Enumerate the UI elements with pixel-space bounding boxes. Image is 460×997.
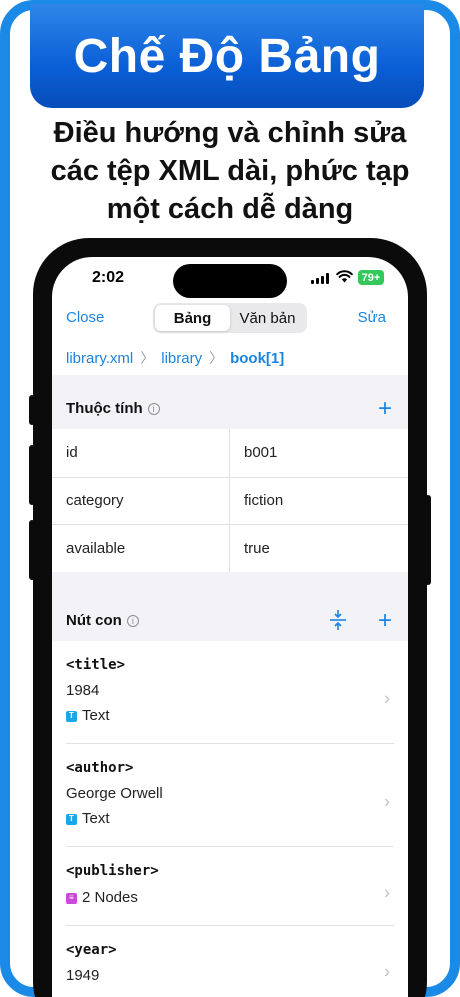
node-type-label: Text	[82, 707, 110, 724]
segment-table[interactable]: Bảng	[155, 305, 230, 331]
chevron-right-icon: ›	[384, 882, 390, 903]
phone-volume-down-button	[29, 520, 35, 580]
nodes-type-icon: ≡	[66, 892, 77, 904]
node-content: <year> 1949 ›	[66, 940, 394, 997]
node-content: <title> 1984 T Text ›	[66, 655, 394, 744]
attributes-heading: Thuộc tính i	[66, 400, 160, 417]
text-type-icon: T	[66, 710, 77, 722]
attribute-key: available	[52, 525, 230, 572]
node-tag: <title>	[66, 657, 126, 673]
node-value: 1984	[66, 682, 100, 699]
chevron-right-icon: ›	[384, 791, 390, 812]
status-time: 2:02	[92, 269, 125, 286]
attributes-table: id b001 category fiction available true	[52, 429, 408, 572]
breadcrumb-library[interactable]: library	[161, 350, 202, 367]
chevron-right-icon: ›	[384, 688, 390, 709]
dynamic-island	[173, 264, 287, 298]
attributes-title: Thuộc tính	[66, 400, 143, 417]
subtitle-line-3: một cách dễ dàng	[106, 193, 354, 225]
attribute-value: true	[244, 539, 270, 557]
promo-subtitle: Điều hướng và chỉnh sửa các tệp XML dài,…	[0, 114, 460, 228]
phone-screen: 2:02 79+ Close Bảng Văn bản Sửa library.…	[52, 257, 408, 997]
attribute-row[interactable]: category fiction	[52, 476, 408, 524]
list-item[interactable]: <author> George Orwell T Text ›	[52, 744, 408, 847]
attribute-row[interactable]: id b001	[52, 429, 408, 477]
wifi-icon	[336, 270, 353, 283]
list-item[interactable]: <year> 1949 ›	[52, 926, 408, 997]
close-button[interactable]: Close	[66, 309, 104, 326]
chevron-right-icon: 〉	[140, 350, 155, 366]
subtitle-line-1: Điều hướng và chỉnh sửa	[53, 117, 407, 149]
node-type: ≡ 2 Nodes	[66, 887, 394, 909]
edit-button[interactable]: Sửa	[358, 309, 386, 326]
add-child-icon[interactable]: +	[378, 609, 392, 633]
info-icon[interactable]: i	[147, 402, 160, 415]
banner-title: Chế Độ Bảng	[73, 29, 381, 83]
node-tag: <author>	[66, 760, 134, 776]
breadcrumb: library.xml 〉 library 〉 book[1]	[52, 341, 408, 375]
node-value: 1949	[66, 967, 100, 984]
attribute-key: category	[52, 477, 230, 524]
attribute-row[interactable]: available true	[52, 524, 408, 572]
node-type: T Text	[66, 705, 394, 727]
attributes-header: Thuộc tính i +	[52, 375, 408, 429]
node-type-label: Text	[82, 810, 110, 827]
subtitle-line-2: các tệp XML dài, phức tạp	[50, 155, 410, 187]
child-nodes-list: <title> 1984 T Text › <author> George Or…	[52, 641, 408, 997]
chevron-right-icon: ›	[384, 961, 390, 981]
attribute-value: fiction	[244, 492, 284, 510]
promo-banner: Chế Độ Bảng	[30, 4, 424, 108]
chevron-right-icon: 〉	[209, 350, 224, 366]
signal-icon	[311, 273, 329, 284]
node-type-label: 2 Nodes	[82, 889, 138, 906]
segment-text[interactable]: Văn bản	[230, 305, 305, 331]
list-item[interactable]: <title> 1984 T Text ›	[52, 641, 408, 744]
node-content: <publisher> ≡ 2 Nodes ›	[66, 861, 394, 926]
text-type-icon: T	[66, 813, 77, 825]
phone-volume-up-button	[29, 445, 35, 505]
attribute-value: b001	[244, 444, 278, 462]
node-value: George Orwell	[66, 785, 163, 802]
list-item[interactable]: <publisher> ≡ 2 Nodes ›	[52, 847, 408, 926]
collapse-icon[interactable]	[328, 609, 348, 631]
children-title: Nút con	[66, 612, 122, 629]
nav-bar: Close Bảng Văn bản Sửa	[52, 301, 408, 337]
children-heading: Nút con i	[66, 612, 139, 629]
node-content: <author> George Orwell T Text ›	[66, 758, 394, 847]
status-bar: 2:02 79+	[52, 257, 408, 301]
phone-action-button	[29, 395, 35, 425]
node-tag: <publisher>	[66, 863, 159, 879]
children-header: Nút con i +	[52, 572, 408, 641]
battery-icon: 79+	[358, 270, 384, 285]
breadcrumb-file[interactable]: library.xml	[66, 350, 133, 367]
phone-power-button	[425, 495, 431, 585]
add-attribute-icon[interactable]: +	[378, 397, 392, 421]
node-type: T Text	[66, 808, 394, 830]
attribute-key: id	[52, 429, 230, 477]
breadcrumb-current[interactable]: book[1]	[230, 350, 284, 367]
node-tag: <year>	[66, 942, 117, 958]
info-icon[interactable]: i	[126, 614, 139, 627]
view-mode-segmented-control: Bảng Văn bản	[153, 303, 307, 333]
